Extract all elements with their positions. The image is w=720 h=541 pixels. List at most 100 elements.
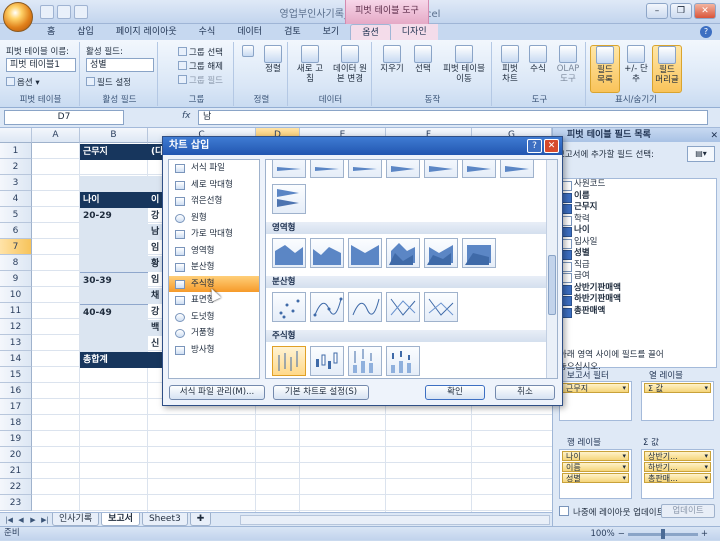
- sheet-tab-report[interactable]: 보고서: [101, 513, 140, 526]
- column-labels-zone[interactable]: Σ 값: [641, 381, 714, 421]
- field-list-button[interactable]: 필드 목록: [590, 45, 620, 93]
- group-selection-button[interactable]: 그룹 선택: [178, 46, 223, 58]
- row-header[interactable]: 20: [0, 447, 32, 463]
- group-field-button[interactable]: 그룹 필드: [178, 74, 223, 86]
- last-sheet-icon[interactable]: ▶|: [40, 515, 50, 525]
- pivot-options-button[interactable]: 옵션 ▾: [6, 76, 40, 88]
- zoom-in-icon[interactable]: +: [701, 528, 708, 541]
- row-header[interactable]: 7: [0, 239, 32, 255]
- cell-b6[interactable]: [80, 224, 148, 240]
- row-header[interactable]: 2: [0, 159, 32, 175]
- chart-thumb-stock-vohlc[interactable]: [386, 346, 420, 376]
- chart-thumb-bar-cone[interactable]: [272, 160, 306, 178]
- help-icon[interactable]: ?: [700, 26, 712, 38]
- category-pie[interactable]: 원형: [169, 210, 259, 227]
- field-item[interactable]: 근무지: [558, 202, 716, 214]
- field-item[interactable]: 직급: [558, 260, 716, 271]
- restore-button[interactable]: ❐: [670, 3, 692, 19]
- prev-sheet-icon[interactable]: ◀: [16, 515, 26, 525]
- chart-thumb-bar-pyramid[interactable]: [500, 160, 534, 178]
- zoom-out-icon[interactable]: −: [618, 528, 625, 541]
- gallery-scrollbar[interactable]: [546, 160, 557, 378]
- field-item[interactable]: 나이: [558, 225, 716, 237]
- new-sheet-icon[interactable]: ✚: [189, 513, 212, 526]
- chart-thumb-scatter-smooth[interactable]: [348, 292, 382, 322]
- field-item[interactable]: 사원코드: [558, 179, 716, 191]
- cell-b9[interactable]: 30-39: [80, 272, 148, 288]
- tab-options[interactable]: 옵션: [350, 24, 391, 40]
- pivot-name-input[interactable]: 피벗 테이블1: [6, 58, 76, 72]
- tab-insert[interactable]: 삽입: [66, 24, 105, 40]
- chart-thumb-bar-pyramid[interactable]: [424, 160, 458, 178]
- row-chip[interactable]: 성별: [562, 473, 629, 483]
- value-chip[interactable]: 하반기...: [644, 462, 711, 472]
- chart-thumb-area-3d-stacked[interactable]: [424, 238, 458, 268]
- category-area[interactable]: 영역형: [169, 243, 259, 260]
- category-line[interactable]: 꺾은선형: [169, 193, 259, 210]
- cell-b12[interactable]: [80, 320, 148, 336]
- chart-thumb-scatter-smooth-markers[interactable]: [310, 292, 344, 322]
- ok-button[interactable]: 확인: [425, 385, 485, 400]
- tab-view[interactable]: 보기: [312, 24, 351, 40]
- category-column[interactable]: 세로 막대형: [169, 177, 259, 194]
- cell-b4[interactable]: 나이: [80, 192, 148, 208]
- row-header[interactable]: 23: [0, 495, 32, 511]
- dialog-help-icon[interactable]: ?: [527, 139, 542, 153]
- chart-thumb-bar-pyramid[interactable]: [462, 160, 496, 178]
- next-sheet-icon[interactable]: ▶: [28, 515, 38, 525]
- cell-b8[interactable]: [80, 256, 148, 272]
- row-chip[interactable]: 이름: [562, 462, 629, 472]
- row-header[interactable]: 3: [0, 175, 32, 191]
- chart-thumb-scatter-straight-markers[interactable]: [386, 292, 420, 322]
- chart-thumb-area-stacked[interactable]: [310, 238, 344, 268]
- row-labels-zone[interactable]: 나이 이름 성별: [559, 449, 632, 499]
- olap-button[interactable]: OLAP 도구: [552, 45, 584, 84]
- field-item[interactable]: 성별: [558, 248, 716, 260]
- category-doughnut[interactable]: 도넛형: [169, 309, 259, 326]
- minimize-button[interactable]: –: [646, 3, 668, 19]
- office-button[interactable]: [3, 2, 33, 32]
- plus-minus-button[interactable]: +/- 단추: [622, 45, 650, 84]
- field-settings-button[interactable]: 필드 설정: [86, 76, 131, 88]
- row-header[interactable]: 1: [0, 143, 32, 159]
- row-header[interactable]: 17: [0, 399, 32, 415]
- values-zone[interactable]: 상반기... 하반기... 총판매...: [641, 449, 714, 499]
- formula-button[interactable]: 수식: [524, 45, 552, 74]
- sort-button[interactable]: 정렬: [260, 45, 286, 74]
- category-bubble[interactable]: 거품형: [169, 325, 259, 342]
- row-header[interactable]: 9: [0, 271, 32, 287]
- chart-thumb-bar-pyramid-stacked[interactable]: [272, 184, 306, 214]
- sheet-tab-insa[interactable]: 인사기록: [52, 513, 100, 526]
- chart-thumb-bar-cone[interactable]: [310, 160, 344, 178]
- row-header[interactable]: 18: [0, 415, 32, 431]
- tab-design[interactable]: 디자인: [390, 24, 438, 40]
- cell-b5[interactable]: 20-29: [80, 208, 148, 224]
- chart-thumb-area-3d[interactable]: [386, 238, 420, 268]
- row-header[interactable]: 15: [0, 367, 32, 383]
- value-chip[interactable]: 상반기...: [644, 451, 711, 461]
- fx-icon[interactable]: fx: [182, 111, 191, 121]
- tab-formulas[interactable]: 수식: [188, 24, 227, 40]
- select-button[interactable]: 선택: [408, 45, 438, 74]
- defer-update-checkbox[interactable]: [559, 506, 569, 516]
- column-header[interactable]: A: [32, 128, 80, 143]
- pivot-chart-button[interactable]: 피벗 차트: [496, 45, 524, 84]
- active-field-input[interactable]: 성별: [86, 58, 154, 72]
- category-bar[interactable]: 가로 막대형: [169, 226, 259, 243]
- clear-button[interactable]: 지우기: [376, 45, 408, 74]
- row-header[interactable]: 21: [0, 463, 32, 479]
- row-header[interactable]: 11: [0, 303, 32, 319]
- chart-thumb-area-100[interactable]: [348, 238, 382, 268]
- tab-home[interactable]: 홈: [36, 24, 66, 40]
- dialog-title-bar[interactable]: 차트 삽입: [163, 137, 562, 155]
- row-header[interactable]: 16: [0, 383, 32, 399]
- tab-data[interactable]: 데이터: [226, 24, 273, 40]
- row-header[interactable]: 6: [0, 223, 32, 239]
- horizontal-scrollbar[interactable]: [240, 515, 550, 525]
- row-header[interactable]: 5: [0, 207, 32, 223]
- cell-b13[interactable]: [80, 336, 148, 352]
- value-chip[interactable]: 총판매...: [644, 473, 711, 483]
- cell-b10[interactable]: [80, 288, 148, 304]
- cell-b14[interactable]: 총합계: [80, 352, 168, 368]
- chart-thumb-scatter-straight[interactable]: [424, 292, 458, 322]
